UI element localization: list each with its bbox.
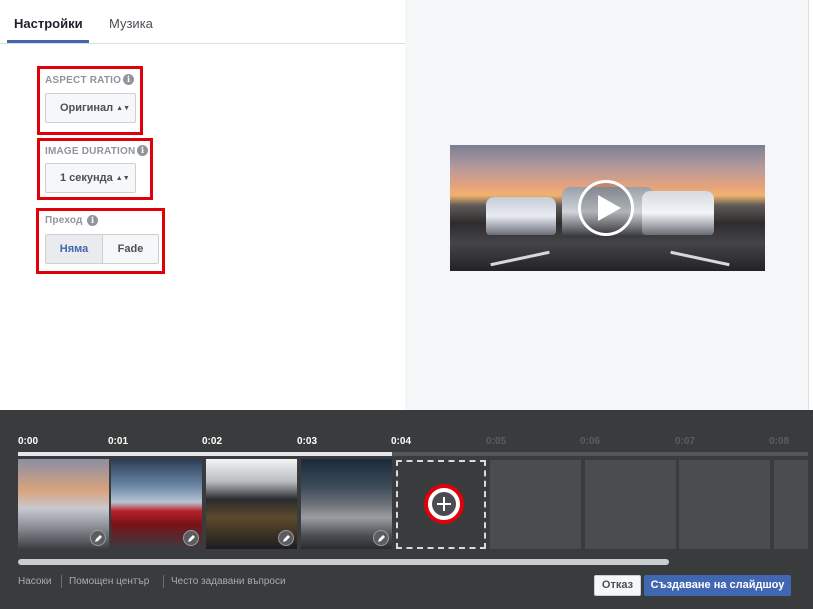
transition-toggle: Няма Fade bbox=[45, 234, 159, 264]
image-duration-value: 1 секунда bbox=[60, 172, 113, 184]
slideshow-dialog: Настройки Музика ASPECT RATIO i Оригинал… bbox=[0, 0, 813, 609]
tab-music[interactable]: Музика bbox=[109, 16, 153, 31]
aspect-ratio-select[interactable]: Оригинал ▲▼ bbox=[45, 93, 136, 123]
pencil-icon[interactable] bbox=[278, 530, 294, 546]
car-right bbox=[642, 191, 714, 235]
aspect-ratio-label: ASPECT RATIO bbox=[45, 75, 122, 86]
footer-divider bbox=[163, 575, 164, 588]
pencil-icon[interactable] bbox=[183, 530, 199, 546]
play-button[interactable] bbox=[578, 180, 634, 236]
sort-caret-icon: ▲▼ bbox=[116, 105, 130, 112]
sort-caret-icon: ▲▼ bbox=[115, 175, 130, 182]
empty-slide-slot bbox=[490, 460, 581, 549]
info-icon[interactable]: i bbox=[87, 215, 98, 226]
road-marking bbox=[490, 250, 550, 267]
slide-thumbnail[interactable] bbox=[301, 459, 392, 549]
image-duration-select[interactable]: 1 секунда ▲▼ bbox=[45, 163, 136, 193]
active-tab-indicator bbox=[7, 40, 89, 43]
create-slideshow-button[interactable]: Създаване на слайдшоу bbox=[644, 575, 791, 596]
tab-bar: Настройки Музика bbox=[0, 0, 405, 44]
aspect-ratio-value: Оригинал bbox=[60, 102, 114, 114]
plus-icon bbox=[432, 492, 456, 516]
timeline-progress bbox=[18, 452, 392, 456]
slide-thumbnail[interactable] bbox=[111, 459, 202, 549]
transition-label: Преход bbox=[45, 215, 83, 226]
slide-thumbnail[interactable] bbox=[18, 459, 109, 549]
info-icon[interactable]: i bbox=[123, 74, 134, 85]
time-label: 0:02 bbox=[202, 436, 223, 447]
time-label: 0:08 bbox=[769, 436, 790, 447]
add-highlight bbox=[424, 484, 464, 524]
info-icon[interactable]: i bbox=[137, 145, 148, 156]
car-left bbox=[486, 197, 556, 235]
transition-option-none[interactable]: Няма bbox=[46, 235, 103, 263]
footer-divider bbox=[61, 575, 62, 588]
timeline-bar: 0:00 0:01 0:02 0:03 0:04 0:05 0:06 0:07 … bbox=[0, 410, 813, 609]
time-label: 0:04 bbox=[391, 436, 412, 447]
time-label: 0:03 bbox=[297, 436, 318, 447]
settings-panel: Настройки Музика ASPECT RATIO i Оригинал… bbox=[0, 0, 405, 410]
empty-slide-slot bbox=[585, 460, 676, 549]
footer-link-help-center[interactable]: Помощен център bbox=[69, 576, 149, 587]
empty-slide-slot bbox=[679, 460, 770, 549]
add-slide-button[interactable] bbox=[396, 460, 486, 549]
footer-link-faq[interactable]: Често задавани въпроси bbox=[171, 576, 286, 587]
pencil-icon[interactable] bbox=[373, 530, 389, 546]
slide-thumbnail[interactable] bbox=[206, 459, 297, 549]
pencil-icon[interactable] bbox=[90, 530, 106, 546]
cancel-button[interactable]: Отказ bbox=[594, 575, 641, 596]
panel-edge bbox=[808, 0, 813, 410]
time-label: 0:05 bbox=[486, 436, 507, 447]
empty-slide-slot bbox=[774, 460, 808, 549]
road-marking bbox=[670, 250, 730, 267]
timeline-scrollbar-thumb[interactable] bbox=[18, 559, 669, 565]
time-label: 0:00 bbox=[18, 436, 39, 447]
time-label: 0:01 bbox=[108, 436, 129, 447]
tab-settings[interactable]: Настройки bbox=[14, 16, 83, 31]
play-icon bbox=[598, 195, 621, 221]
time-label: 0:06 bbox=[580, 436, 601, 447]
transition-option-fade[interactable]: Fade bbox=[103, 235, 158, 263]
time-label: 0:07 bbox=[675, 436, 696, 447]
image-duration-label: IMAGE DURATION bbox=[45, 146, 136, 157]
footer-link-guidelines[interactable]: Насоки bbox=[18, 576, 51, 587]
